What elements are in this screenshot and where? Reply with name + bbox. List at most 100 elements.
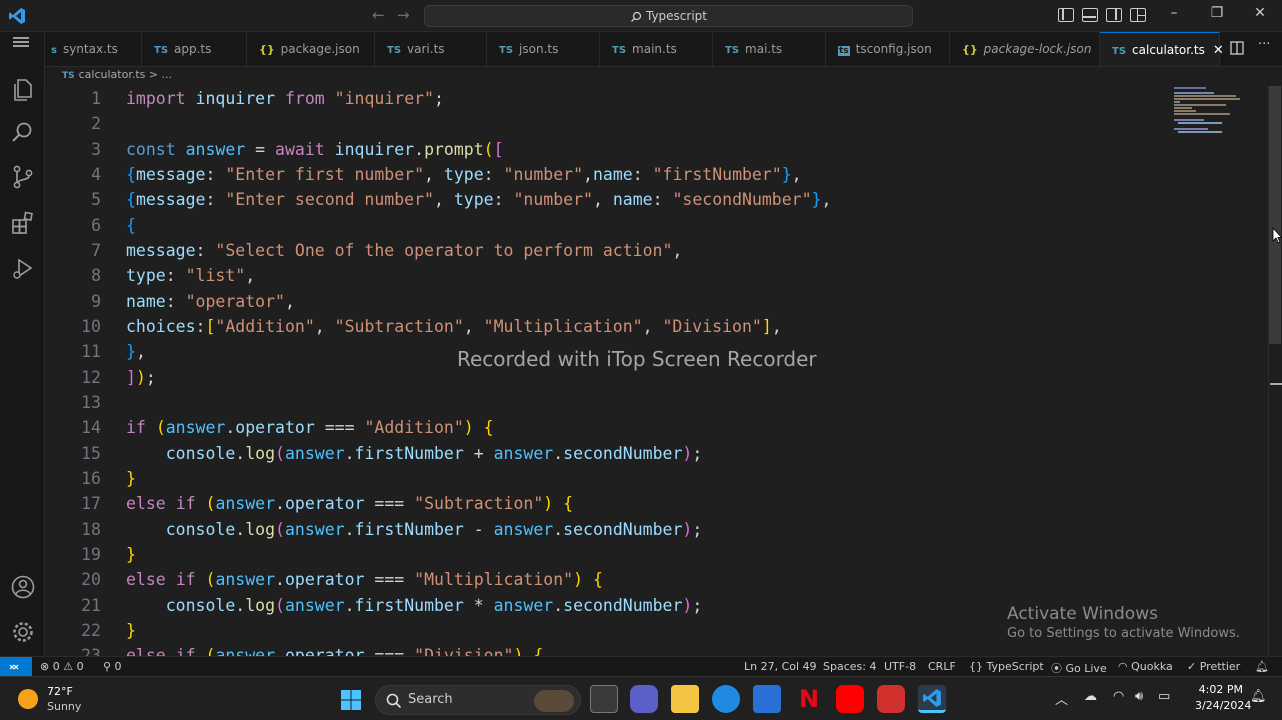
explorer-icon[interactable] (10, 76, 36, 102)
code-text: } (126, 621, 136, 640)
weather-temperature: 72°F (47, 685, 73, 698)
code-line: 6{ (45, 213, 1165, 238)
tab-tsconfig-json[interactable]: ts tsconfig.json (826, 32, 950, 66)
activate-subtitle: Go to Settings to activate Windows. (1007, 626, 1240, 641)
tab-mai-ts[interactable]: TS mai.ts (713, 32, 826, 66)
prettier-button[interactable]: ✓ Prettier (1187, 660, 1240, 673)
back-arrow-icon[interactable]: ← (372, 6, 385, 24)
code-line: 15 console.log(answer.firstNumber + answ… (45, 441, 1165, 466)
remote-indicator[interactable] (0, 657, 32, 677)
run-and-debug-icon[interactable] (10, 256, 36, 282)
toggle-primary-sidebar-icon[interactable] (1058, 8, 1074, 22)
microsoft-store-icon[interactable] (753, 685, 781, 713)
minimize-icon[interactable]: – (1163, 5, 1185, 21)
code-text: ]); (126, 368, 156, 387)
code-text: } (126, 545, 136, 564)
tab-label: package.json (280, 42, 360, 56)
encoding[interactable]: UTF-8 (884, 660, 916, 673)
volume-icon[interactable]: 🔊︎ (1135, 689, 1143, 704)
broadcast-icon: ⦿ (1051, 662, 1066, 675)
notifications-bell-icon[interactable]: 🔔︎ (1255, 660, 1269, 673)
close-tab-icon[interactable]: ✕ (1213, 43, 1224, 58)
sun-icon (18, 689, 38, 709)
taskbar-search[interactable]: Search (375, 685, 581, 715)
ports-indicator[interactable]: ⚲ 0 (103, 660, 122, 673)
edge-browser-icon[interactable] (712, 685, 740, 713)
wifi-icon[interactable]: ◠ (1113, 689, 1124, 704)
teams-chat-icon[interactable] (630, 685, 658, 713)
accounts-icon[interactable] (10, 574, 36, 600)
youtube-icon[interactable] (836, 685, 864, 713)
notification-icon[interactable]: 🔔︎ (1250, 689, 1267, 704)
netflix-icon[interactable]: N (795, 685, 823, 713)
vscode-logo-icon (923, 689, 941, 707)
restore-icon[interactable]: ❐ (1206, 5, 1228, 21)
split-editor-icon[interactable] (1230, 41, 1244, 55)
code-line: 20 else if (answer.operator === "Multipli… (45, 567, 1165, 592)
breadcrumb: TS calculator.ts > ... (62, 68, 172, 84)
tab-package-json[interactable]: {} package.json (247, 32, 375, 66)
line-number: 1 (91, 89, 101, 108)
line-ending[interactable]: CRLF (928, 660, 956, 673)
braces-icon: {} (969, 660, 987, 673)
breadcrumb-symbols[interactable]: ... (162, 68, 173, 81)
source-control-icon[interactable] (10, 164, 36, 190)
tab-package-lock-json[interactable]: {} package-lock.json (950, 32, 1100, 66)
minimap[interactable] (1172, 86, 1244, 138)
tab-syntax-ts[interactable]: ꜱ syntax.ts (45, 32, 142, 66)
toggle-panel-icon[interactable] (1082, 8, 1098, 22)
typescript-file-icon: TS (154, 45, 169, 56)
code-text: else if (answer.operator === "Division")… (126, 646, 544, 656)
onedrive-cloud-icon[interactable]: ☁ (1084, 689, 1097, 704)
code-line: 16} (45, 466, 1165, 491)
command-center-search[interactable]: Typescript (424, 5, 913, 27)
cursor-position[interactable]: Ln 27, Col 49 (744, 660, 817, 673)
tab-calculator-ts[interactable]: TS calculator.ts ✕ (1100, 32, 1224, 66)
settings-gear-icon[interactable] (10, 619, 36, 645)
tab-vari-ts[interactable]: TS vari.ts (375, 32, 487, 66)
customize-layout-icon[interactable] (1130, 8, 1146, 22)
code-line: 18 console.log(answer.firstNumber - answ… (45, 517, 1165, 542)
tab-label: calculator.ts (1132, 43, 1205, 57)
extensions-icon[interactable] (10, 210, 36, 236)
clock-time: 4:02 PM (1198, 683, 1243, 696)
toggle-secondary-sidebar-icon[interactable] (1106, 8, 1122, 22)
typescript-file-icon: TS (612, 45, 627, 56)
language-mode[interactable]: {} TypeScript (969, 660, 1044, 673)
prettier-label: Prettier (1199, 660, 1241, 673)
double-check-icon: ✓ (1187, 660, 1200, 673)
typescript-file-icon: TS (725, 45, 740, 56)
tsconfig-file-icon: ts (838, 46, 850, 56)
go-live-button[interactable]: ⦿ Go Live (1051, 660, 1107, 676)
code-editor[interactable]: 1 import inquirer from "inquirer"; 2 3 con… (45, 86, 1270, 656)
task-view-icon[interactable] (590, 685, 618, 713)
remote-icon (9, 664, 19, 670)
scrollbar-thumb[interactable] (1269, 86, 1281, 344)
more-actions-icon[interactable]: ··· (1258, 37, 1270, 55)
code-line: 2 (45, 111, 1165, 136)
search-icon[interactable] (10, 120, 36, 146)
screen-recorder-icon[interactable] (877, 685, 905, 713)
tab-main-ts[interactable]: TS main.ts (600, 32, 713, 66)
status-bar: ⊗ 0 ⚠ 0 ⚲ 0 Ln 27, Col 49 Spaces: 4 UTF-… (0, 656, 1282, 677)
close-window-icon[interactable]: ✕ (1249, 5, 1271, 21)
tab-json-ts[interactable]: TS json.ts (487, 32, 600, 66)
vscode-taskbar-icon[interactable] (918, 685, 946, 713)
tab-app-ts[interactable]: TS app.ts (142, 32, 247, 66)
battery-icon[interactable]: ▭ (1158, 689, 1170, 704)
windows-start-icon[interactable] (340, 689, 362, 711)
code-text: console.log(answer.firstNumber * answer.… (165, 596, 703, 615)
breadcrumb-file[interactable]: calculator.ts (79, 68, 146, 81)
quokka-button[interactable]: ◠ Quokka (1118, 660, 1173, 673)
menu-icon[interactable] (10, 35, 36, 49)
line-number: 8 (91, 266, 101, 285)
indentation[interactable]: Spaces: 4 (823, 660, 876, 673)
file-explorer-icon[interactable] (671, 685, 699, 713)
problems-indicator[interactable]: ⊗ 0 ⚠ 0 (40, 660, 84, 673)
taskbar-clock[interactable]: 4:02 PM 3/24/2024 (1195, 682, 1251, 714)
show-hidden-icons-chevron-icon[interactable]: ︿ (1055, 689, 1068, 708)
forward-arrow-icon[interactable]: → (397, 6, 410, 24)
editor-tabs: ꜱ syntax.ts TS app.ts {} package.json TS var… (45, 32, 1282, 67)
code-line: 4 {message: "Enter first number", type: "… (45, 162, 1165, 187)
code-line: 3 const answer = await inquirer.prompt([ (45, 137, 1165, 162)
